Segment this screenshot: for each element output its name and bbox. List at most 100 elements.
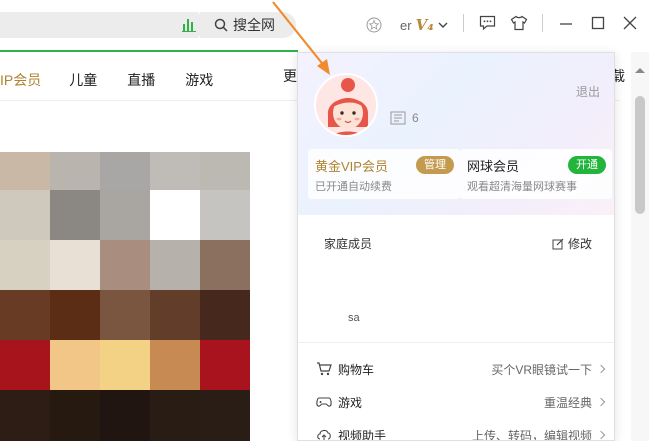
- mosaic-tile: [150, 190, 200, 240]
- cartoon-girl-avatar-icon: [316, 75, 376, 135]
- search-icon: [214, 18, 228, 32]
- menu-item-video-assistant[interactable]: 视频助手 上传、转码，编辑视频: [298, 419, 614, 441]
- menu-item-label: 视频助手: [338, 428, 387, 441]
- logout-link[interactable]: 退出: [576, 83, 600, 100]
- tennis-member-subtitle: 观看超清海量网球赛事: [467, 181, 577, 193]
- maximize-button[interactable]: [589, 14, 607, 32]
- mosaic-tile: [200, 190, 250, 240]
- gold-vip-subtitle: 已开通自动续费: [315, 181, 392, 193]
- mosaic-tile: [200, 152, 250, 190]
- user-dropdown-panel: 6 退出 黄金VIP会员 管理 已开通自动续费 网球会员 开通 观看超清海量网球…: [297, 52, 615, 441]
- user-menu-trigger[interactable]: er V₄: [366, 14, 448, 36]
- skin-button[interactable]: [510, 14, 528, 32]
- mosaic-tile: [150, 152, 200, 190]
- mosaic-tile: [100, 190, 150, 240]
- address-bar[interactable]: [0, 12, 200, 38]
- mosaic-tile: [150, 340, 200, 390]
- search-all-button[interactable]: 搜全网: [200, 12, 296, 38]
- maximize-icon: [591, 16, 605, 30]
- nav-item-games[interactable]: 游戏: [185, 70, 213, 90]
- skin-icon: [510, 15, 528, 31]
- divider: [542, 14, 543, 32]
- menu-item-cart[interactable]: 购物车 买个VR眼镜试一下: [298, 353, 614, 385]
- menu-item-hint: 上传、转码，编辑视频: [471, 428, 592, 441]
- avatar-icon: [366, 17, 382, 33]
- mosaic-tile: [100, 390, 150, 441]
- close-icon: [623, 16, 637, 30]
- mosaic-tile: [50, 240, 100, 290]
- mosaic-tile: [0, 152, 50, 190]
- username-text: er: [400, 17, 412, 33]
- edit-label: 修改: [567, 237, 592, 251]
- mosaic-tile: [50, 340, 100, 390]
- mosaic-tile: [200, 290, 250, 340]
- mosaic-tile: [250, 390, 300, 441]
- mosaic-tile: [250, 240, 300, 290]
- family-members-title: 家庭成员: [324, 237, 373, 251]
- mosaic-tile: [50, 390, 100, 441]
- nav-item-more[interactable]: 更: [283, 66, 297, 86]
- message-icon: [479, 15, 495, 31]
- message-button[interactable]: [478, 14, 496, 32]
- mosaic-tile: [0, 340, 50, 390]
- gamepad-icon: [316, 394, 332, 410]
- gold-vip-card[interactable]: 黄金VIP会员 管理 已开通自动续费: [308, 149, 460, 199]
- menu-item-label: 游戏: [338, 395, 363, 410]
- mosaic-tile: [150, 240, 200, 290]
- mosaic-tile: [100, 152, 150, 190]
- divider: [463, 14, 464, 32]
- user-avatar[interactable]: [314, 73, 378, 137]
- scrollbar[interactable]: [631, 52, 649, 441]
- scroll-thumb[interactable]: [635, 96, 645, 214]
- close-button[interactable]: [621, 14, 639, 32]
- chart-icon[interactable]: [182, 16, 196, 32]
- nav-item-live[interactable]: 直播: [127, 70, 155, 90]
- category-nav: IP会员 儿童 直播 游戏: [0, 66, 243, 94]
- mosaic-tile: [250, 340, 300, 390]
- menu-item-hint: 买个VR眼镜试一下: [491, 362, 592, 377]
- mosaic-tile: [100, 240, 150, 290]
- menu-item-games[interactable]: 游戏 重温经典: [298, 386, 614, 418]
- chevron-right-icon: [596, 397, 606, 407]
- accent-line: [0, 50, 298, 52]
- mosaic-tile: [250, 152, 300, 190]
- mosaic-tile: [150, 290, 200, 340]
- nav-item-vip[interactable]: IP会员: [0, 70, 41, 90]
- chevron-right-icon: [596, 364, 606, 374]
- mosaic-tile: [150, 390, 200, 441]
- mosaic-tile: [50, 152, 100, 190]
- cart-icon: [316, 361, 332, 377]
- cloud-upload-icon: [316, 427, 332, 440]
- edit-family-button[interactable]: 修改: [552, 235, 592, 252]
- minimize-icon: [560, 23, 572, 25]
- family-member-name[interactable]: sa: [348, 312, 360, 324]
- growth-level[interactable]: 6: [390, 111, 419, 125]
- mosaic-tile: [0, 390, 50, 441]
- chevron-right-icon: [596, 430, 606, 440]
- window-controls: [463, 14, 639, 32]
- level-badge-icon: [390, 111, 406, 125]
- mosaic-tile: [100, 340, 150, 390]
- mosaic-tile: [50, 290, 100, 340]
- menu-item-hint: 重温经典: [543, 395, 592, 410]
- search-label: 搜全网: [233, 17, 275, 33]
- app-window: 搜全网 er V₄ IP会员 儿童 直播 游戏 更 载 6 退出 黄金VIP会员…: [0, 0, 649, 441]
- mosaic-tile: [50, 190, 100, 240]
- menu-item-label: 购物车: [338, 362, 375, 377]
- title-bar: 搜全网 er V₄: [0, 0, 649, 52]
- mosaic-tile: [0, 190, 50, 240]
- mosaic-tile: [200, 390, 250, 441]
- mosaic-tile: [250, 290, 300, 340]
- mosaic-tile: [0, 290, 50, 340]
- manage-button[interactable]: 管理: [416, 156, 454, 174]
- vip-level-badge: V₄: [415, 16, 434, 34]
- tennis-member-card[interactable]: 网球会员 开通 观看超清海量网球赛事: [460, 149, 612, 199]
- mosaic-tile: [200, 240, 250, 290]
- minimize-button[interactable]: [557, 14, 575, 32]
- chevron-down-icon: [438, 22, 448, 28]
- nav-item-kids[interactable]: 儿童: [69, 70, 97, 90]
- mosaic-tile: [100, 290, 150, 340]
- activate-button[interactable]: 开通: [568, 156, 606, 174]
- scroll-up-arrow-icon[interactable]: [635, 68, 645, 73]
- blurred-video-thumbnail[interactable]: [0, 152, 300, 441]
